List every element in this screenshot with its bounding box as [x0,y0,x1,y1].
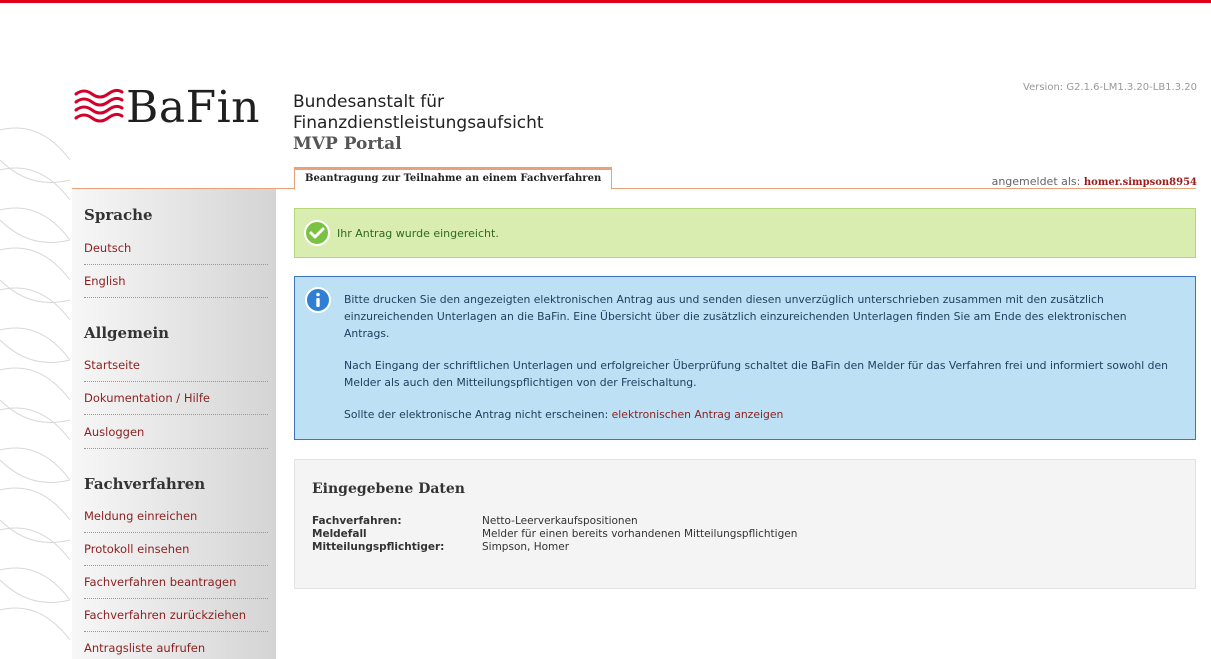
data-row-value: Simpson, Homer [482,541,570,553]
sidebar-item-antragsliste[interactable]: Antragsliste aufrufen [84,641,268,655]
entered-data-box: Eingegebene Daten Fachverfahren: Netto-Le… [294,459,1196,589]
sidebar-separator [84,448,268,449]
login-info: angemeldet als: homer.simpson8954 [992,175,1197,188]
sidebar-item-protokoll-einsehen[interactable]: Protokoll einsehen [84,542,268,556]
data-row: Meldefall Melder für einen bereits vorhan… [312,528,797,540]
info-paragraph-1: Bitte drucken Sie den angezeigten elektr… [344,293,1127,340]
sidebar-item-startseite[interactable]: Startseite [84,358,268,372]
sidebar-separator [84,414,268,415]
info-icon [305,287,331,313]
portal-title: MVP Portal [293,134,402,154]
sidebar-heading-sprache: Sprache [84,206,153,224]
entered-data-title: Eingegebene Daten [312,481,465,497]
sidebar-separator [84,565,268,566]
info-message-box: Bitte drucken Sie den angezeigten elektr… [294,276,1196,440]
data-row-value: Netto-Leerverkaufspositionen [482,515,638,527]
sidebar-separator [84,264,268,265]
info-paragraph-2: Nach Eingang der schriftlichen Unterlage… [344,359,1169,389]
logo-text: BaFin [126,82,261,133]
data-row: Mitteilungspflichtiger: Simpson, Homer [312,541,569,553]
top-red-bar [0,0,1211,3]
institution-name: Bundesanstalt für Finanzdienstleistungsa… [293,92,544,133]
checkmark-icon [304,220,330,246]
sidebar-item-deutsch[interactable]: Deutsch [84,241,268,255]
show-application-link[interactable]: elektronischen Antrag anzeigen [612,408,784,421]
sidebar-separator [84,598,268,599]
sidebar-separator [84,532,268,533]
data-row-key: Fachverfahren: [312,515,402,527]
sidebar-item-dokumentation[interactable]: Dokumentation / Hilfe [84,391,268,405]
version-text: Version: G2.1.6-LM1.3.20-LB1.3.20 [1023,82,1197,93]
data-row: Fachverfahren: Netto-Leerverkaufsposition… [312,515,638,527]
tab-beantragung[interactable]: Beantragung zur Teilnahme an einem Fachv… [294,167,613,190]
sidebar-item-english[interactable]: English [84,274,268,288]
data-row-key: Mitteilungspflichtiger: [312,541,445,553]
decorative-lines [0,127,70,641]
sidebar-heading-fachverfahren: Fachverfahren [84,475,206,493]
login-user[interactable]: homer.simpson8954 [1084,177,1197,188]
login-label: angemeldet als: [991,175,1081,188]
sidebar-item-ausloggen[interactable]: Ausloggen [84,425,268,439]
data-row-value: Melder für einen bereits vorhandenen Mit… [482,528,798,540]
info-paragraph-3: Sollte der elektronische Antrag nicht er… [344,406,1174,423]
sidebar-separator [84,381,268,382]
sidebar-item-fachverfahren-zurueckziehen[interactable]: Fachverfahren zurückziehen [84,608,268,622]
sidebar-item-fachverfahren-beantragen[interactable]: Fachverfahren beantragen [84,575,268,589]
success-text: Ihr Antrag wurde eingereicht. [337,227,499,240]
data-row-key: Meldefall [312,528,367,540]
info-paragraph-3-prefix: Sollte der elektronische Antrag nicht er… [344,408,609,421]
sidebar-item-meldung-einreichen[interactable]: Meldung einreichen [84,509,268,523]
sidebar-separator [84,297,268,298]
sidebar-heading-allgemein: Allgemein [84,324,170,342]
success-message-box: Ihr Antrag wurde eingereicht. [294,208,1196,258]
sidebar-separator [84,631,268,632]
